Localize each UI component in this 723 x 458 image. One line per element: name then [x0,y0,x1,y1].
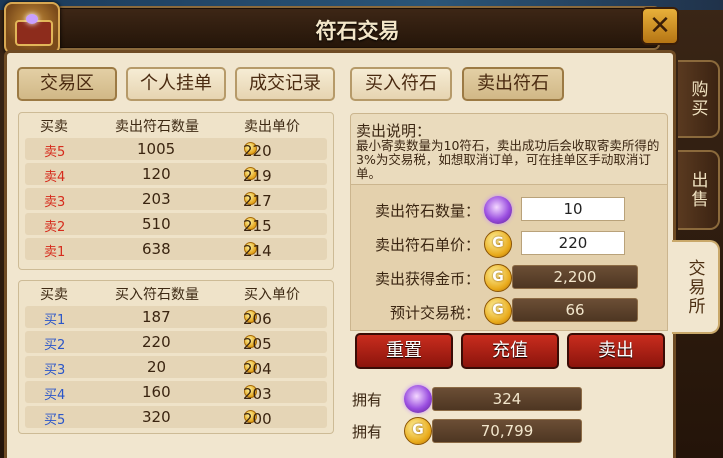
header-quantity: 卖出符石数量 [115,119,199,135]
reset-button[interactable]: 重置 [355,333,453,369]
header-side: 买卖 [40,119,68,135]
owned-gold-label: 拥有 [352,423,383,441]
table-row[interactable]: 卖4 120 219 [25,163,327,185]
table-row[interactable]: 买5 320 200 [25,406,327,428]
side-tab-buy[interactable]: 购买 [678,60,720,138]
owned-runestone-label: 拥有 [352,391,383,409]
row-quantity: 20 [147,358,167,376]
runestone-gem-icon [484,196,512,224]
row-price: 206 [243,310,272,328]
sell-price-input[interactable]: 220 [521,231,625,255]
row-side: 卖5 [44,145,66,160]
row-side: 买1 [44,313,66,328]
row-quantity: 510 [142,215,171,233]
gold-coin-icon [484,264,512,292]
table-row[interactable]: 卖1 638 214 [25,238,327,260]
tab-my-orders[interactable]: 个人挂单 [126,67,226,101]
row-quantity: 220 [142,333,171,351]
row-quantity: 120 [142,165,171,183]
side-tab-exchange[interactable]: 交易所 [672,240,720,334]
owned-gold-value: 70,799 [432,419,582,443]
row-quantity: 187 [142,308,171,326]
owned-runestone-value: 324 [432,387,582,411]
gold-coin-icon [484,230,512,258]
tab-trade-zone[interactable]: 交易区 [17,67,117,101]
row-price: 214 [243,242,272,260]
row-side: 买3 [44,363,66,378]
tab-deal-history[interactable]: 成交记录 [235,67,335,101]
table-row[interactable]: 买4 160 203 [25,381,327,403]
quantity-label: 卖出符石数量： [374,202,480,220]
close-button[interactable]: ✕ [641,7,679,45]
row-price: 203 [243,385,272,403]
row-price: 200 [243,410,272,428]
header-side: 买卖 [40,287,68,303]
row-side: 买2 [44,338,66,353]
sell-order-table: 买卖 卖出符石数量 卖出单价 卖5 1005 220 卖4 120 219 卖3… [18,112,334,270]
tab-buy-runestone[interactable]: 买入符石 [350,67,452,101]
row-quantity: 160 [142,383,171,401]
tab-sell-runestone[interactable]: 卖出符石 [462,67,564,101]
gold-received-label: 卖出获得金币： [374,270,480,288]
row-price: 205 [243,335,272,353]
side-tab-sell[interactable]: 出售 [678,150,720,230]
buy-order-table: 买卖 买入符石数量 买入单价 买1 187 206 买2 220 205 买3 … [18,280,334,434]
row-quantity: 1005 [137,140,176,158]
header-quantity: 买入符石数量 [115,287,199,303]
table-row[interactable]: 买2 220 205 [25,331,327,353]
gold-received-value: 2,200 [512,265,638,289]
buy-table-header: 买卖 买入符石数量 买入单价 [19,281,333,303]
sell-button[interactable]: 卖出 [567,333,665,369]
row-quantity: 638 [142,240,171,258]
tax-label: 预计交易税： [389,304,480,322]
tax-value: 66 [512,298,638,322]
table-row[interactable]: 卖5 1005 220 [25,138,327,160]
row-price: 219 [243,167,272,185]
table-row[interactable]: 卖3 203 217 [25,188,327,210]
row-side: 卖4 [44,170,66,185]
recharge-button[interactable]: 充值 [461,333,559,369]
header-price: 卖出单价 [244,119,300,135]
row-side: 卖3 [44,195,66,210]
row-quantity: 203 [142,190,171,208]
treasure-chest-icon [4,2,60,54]
table-row[interactable]: 买3 20 204 [25,356,327,378]
sell-quantity-input[interactable]: 10 [521,197,625,221]
row-side: 买5 [44,413,66,428]
table-row[interactable]: 卖2 510 215 [25,213,327,235]
runestone-gem-icon [404,385,432,413]
gold-coin-icon [484,297,512,325]
gold-coin-icon [404,417,432,445]
row-side: 卖2 [44,220,66,235]
row-price: 204 [243,360,272,378]
row-price: 220 [243,142,272,160]
sell-instructions-text: 最小寄卖数量为10符石，卖出成功后会收取寄卖所得的3%为交易税，如想取消订单，可… [356,138,660,181]
table-row[interactable]: 买1 187 206 [25,306,327,328]
price-label: 卖出符石单价： [374,236,480,254]
title-bar: 符石交易 [55,6,660,50]
game-window: 符石交易 ✕ 购买 出售 交易所 交易区 个人挂单 成交记录 买入符石 卖出符石… [0,0,723,458]
row-price: 217 [243,192,272,210]
row-side: 买4 [44,388,66,403]
header-price: 买入单价 [244,287,300,303]
row-quantity: 320 [142,408,171,426]
row-price: 215 [243,217,272,235]
sell-table-header: 买卖 卖出符石数量 卖出单价 [19,113,333,135]
sell-instructions: 卖出说明： 最小寄卖数量为10符石，卖出成功后会收取寄卖所得的3%为交易税，如想… [350,113,668,185]
row-side: 卖1 [44,245,66,260]
window-title: 符石交易 [315,19,400,43]
